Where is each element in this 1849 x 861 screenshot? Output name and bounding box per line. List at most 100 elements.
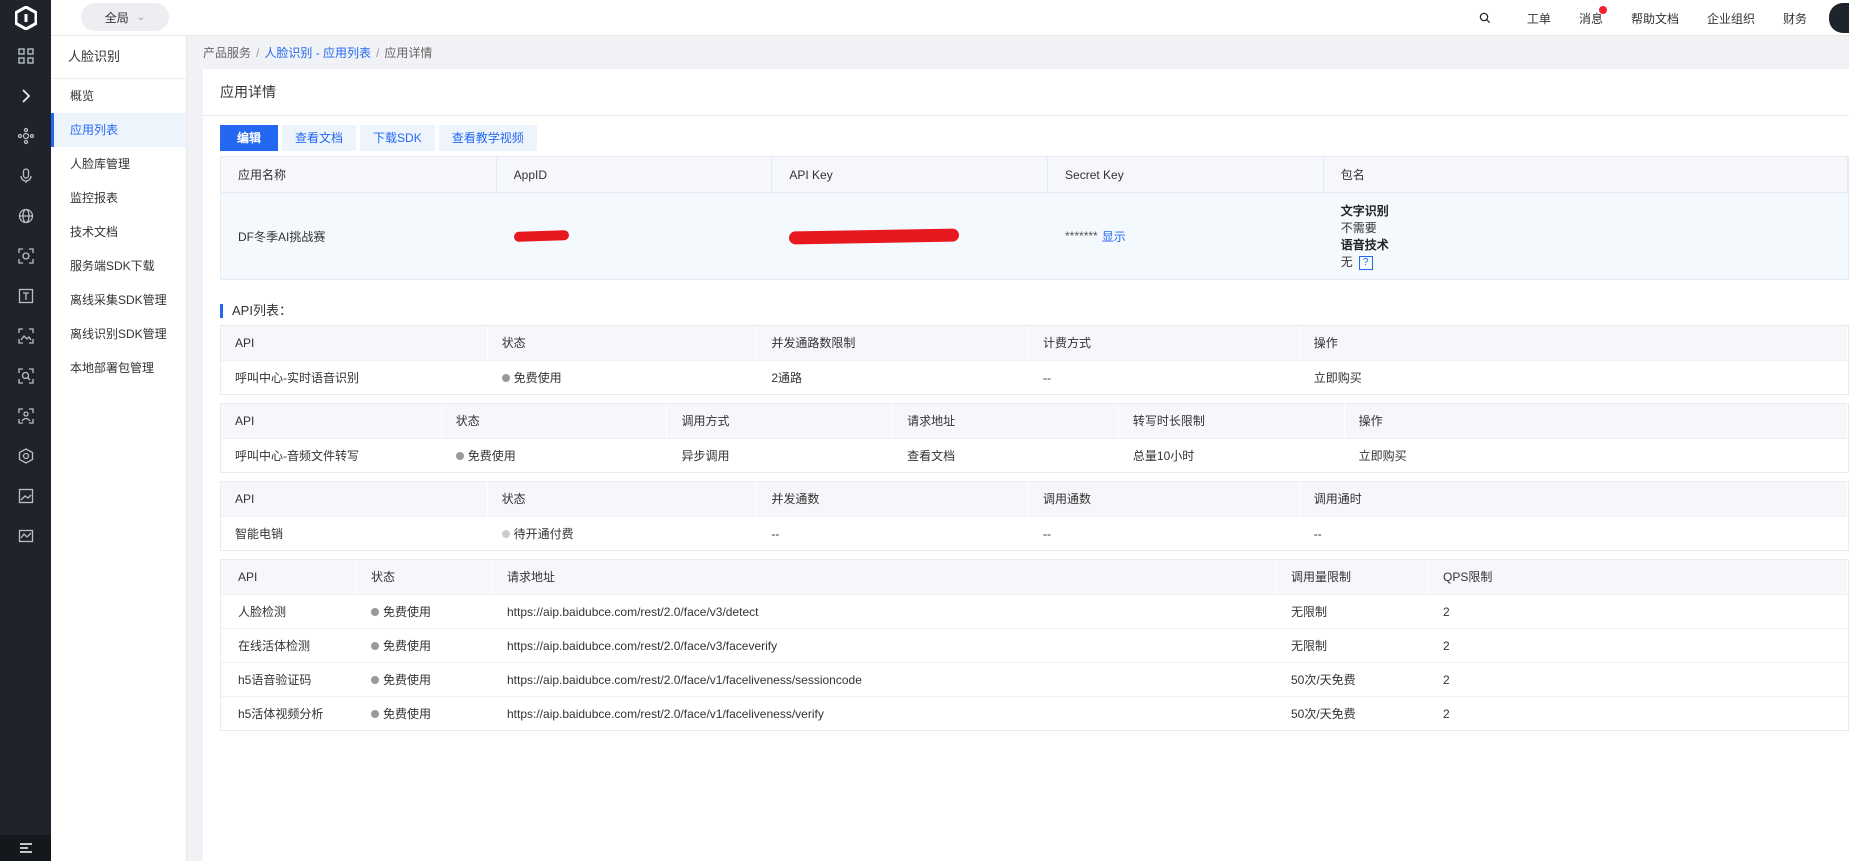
table-row: 在线活体检测 免费使用 https://aip.baidubce.com/res… [221,628,1848,662]
col-quota: 调用量限制 [1277,560,1429,594]
chart-icon[interactable] [0,516,51,556]
cell-qps: 2 [1443,707,1450,721]
main-panel: 应用详情 编辑 查看文档 下载SDK 查看教学视频 应用名称 AppID API… [203,69,1849,861]
network-icon[interactable] [0,116,51,156]
api-table-smart-telemarketing: API 状态 并发通数 调用通数 调用通时 智能电销 待开通付费 -- -- -… [220,481,1849,551]
col-call-count: 调用通数 [1029,482,1300,516]
col-endpoint: 请求地址 [893,404,1119,438]
cube-icon[interactable] [0,436,51,476]
api-table-face: API 状态 请求地址 调用量限制 QPS限制 人脸检测 免费使用 https:… [220,559,1849,731]
tutorial-video-button[interactable]: 查看教学视频 [438,125,537,151]
menu-toggle-icon[interactable] [0,835,51,861]
breadcrumb-parent[interactable]: 人脸识别 - 应用列表 [264,46,371,60]
cell-endpoint: https://aip.baidubce.com/rest/2.0/face/v… [507,639,778,653]
action-buttons: 编辑 查看文档 下载SDK 查看教学视频 [220,125,541,151]
secret-key-mask: ******* [1065,229,1098,243]
appid-redacted [513,230,569,242]
sidebar-item-tech-docs[interactable]: 技术文档 [51,215,186,249]
icon-rail [0,0,51,861]
cell-call-count: -- [1043,527,1052,541]
view-docs-button[interactable]: 查看文档 [282,125,357,151]
picture-icon[interactable] [0,476,51,516]
nav-help-docs[interactable]: 帮助文档 [1617,10,1693,27]
table-row: h5活体视频分析 免费使用 https://aip.baidubce.com/r… [221,696,1848,730]
sidebar-item-overview[interactable]: 概览 [51,79,186,113]
view-docs-link[interactable]: 查看文档 [893,439,1119,472]
sidebar-item-server-sdk[interactable]: 服务端SDK下载 [51,249,186,283]
cell-qps: 2 [1443,673,1450,687]
region-selector[interactable]: 全局 ⌄ [81,3,169,31]
product-sidebar: 人脸识别 概览 应用列表 人脸库管理 监控报表 技术文档 服务端SDK下载 离线… [51,36,187,861]
header-api-key: API Key [772,157,1049,192]
nav-organization[interactable]: 企业组织 [1693,10,1769,27]
cell-quota: 无限制 [1291,639,1328,653]
col-duration-limit: 转写时长限制 [1119,404,1345,438]
top-bar: 全局 ⌄ 工单 消息 帮助文档 企业组织 财务 [51,0,1849,36]
chevron-right-icon[interactable] [0,76,51,116]
sidebar-item-face-library[interactable]: 人脸库管理 [51,147,186,181]
buy-now-link[interactable]: 立即购买 [1300,361,1848,394]
package-value-ocr: 不需要 [1340,221,1377,235]
download-sdk-button[interactable]: 下载SDK [360,125,435,151]
status-badge: 待开通付费 [488,517,758,550]
package-value-speech: 无 [1340,255,1353,269]
sidebar-title: 人脸识别 [51,36,186,79]
search-scan-icon[interactable] [0,356,51,396]
col-api: API [221,482,488,516]
package-label-ocr: 文字识别 [1340,204,1389,218]
body-scan-icon[interactable] [0,396,51,436]
cell-duration-limit: 总量10小时 [1132,449,1195,463]
nav-ticket[interactable]: 工单 [1513,10,1565,27]
text-icon[interactable] [0,276,51,316]
microphone-icon[interactable] [0,156,51,196]
col-status: 状态 [488,326,758,360]
cell-qps: 2 [1443,639,1450,653]
cloud-logo-icon[interactable] [0,0,51,36]
package-label-speech: 语音技术 [1340,238,1389,252]
col-action: 操作 [1345,404,1848,438]
face-scan-icon[interactable] [0,236,51,276]
col-status: 状态 [442,404,668,438]
nav-messages[interactable]: 消息 [1565,5,1617,27]
header-app-name: 应用名称 [221,157,497,192]
api-list-title: API列表： [220,304,292,318]
nav-finance[interactable]: 财务 [1769,10,1821,27]
cell-api: 智能电销 [235,527,284,541]
search-icon[interactable] [1465,9,1505,27]
cell-call-method: 异步调用 [681,449,730,463]
api-table-realtime-asr: API 状态 并发通路数限制 计费方式 操作 呼叫中心-实时语音识别 免费使用 … [220,325,1849,395]
sidebar-item-offline-capture-sdk[interactable]: 离线采集SDK管理 [51,283,186,317]
image-recognition-icon[interactable] [0,316,51,356]
page-title: 应用详情 [203,69,1849,116]
globe-icon[interactable] [0,196,51,236]
table-row: 呼叫中心-实时语音识别 免费使用 2通路 -- 立即购买 [221,360,1848,394]
col-endpoint: 请求地址 [493,560,1277,594]
sidebar-item-local-deploy[interactable]: 本地部署包管理 [51,351,186,385]
cell-quota: 无限制 [1291,605,1328,619]
grid-icon[interactable] [0,36,51,76]
nav-messages-label: 消息 [1578,11,1603,26]
show-secret-link[interactable]: 显示 [1102,228,1126,245]
breadcrumb: 产品服务 / 人脸识别 - 应用列表 / 应用详情 [203,46,433,60]
buy-now-link[interactable]: 立即购买 [1345,439,1848,472]
table-row: 智能电销 待开通付费 -- -- -- [221,516,1848,550]
cell-api: 呼叫中心-音频文件转写 [235,449,359,463]
breadcrumb-root[interactable]: 产品服务 [203,46,251,60]
table-row: 呼叫中心-音频文件转写 免费使用 异步调用 查看文档 总量10小时 立即购买 [221,438,1848,472]
top-nav: 工单 消息 帮助文档 企业组织 财务 [1465,0,1849,36]
notification-dot [1598,5,1607,14]
status-badge: 免费使用 [488,361,758,394]
status-badge: 免费使用 [357,697,493,730]
cell-call-duration: -- [1313,527,1322,541]
help-icon[interactable]: ? [1358,255,1373,270]
appid-cell [497,193,773,279]
avatar[interactable] [1829,3,1849,33]
sidebar-item-monitoring[interactable]: 监控报表 [51,181,186,215]
cell-concurrency: 2通路 [771,371,803,385]
header-package: 包名 [1324,157,1849,192]
col-qps: QPS限制 [1429,560,1848,594]
edit-button[interactable]: 编辑 [220,125,279,151]
sidebar-item-app-list[interactable]: 应用列表 [51,113,186,147]
status-badge: 免费使用 [357,629,493,662]
sidebar-item-offline-recognition-sdk[interactable]: 离线识别SDK管理 [51,317,186,351]
